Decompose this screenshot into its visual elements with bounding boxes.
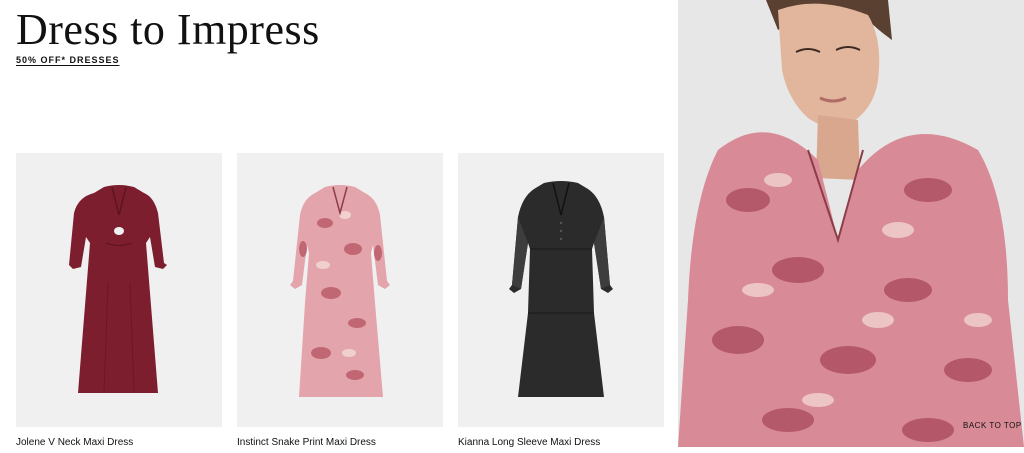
promo-dresses-link[interactable]: 50% OFF* DRESSES (16, 55, 120, 65)
dress-snake-print-image[interactable] (237, 153, 443, 427)
product-name[interactable]: Jolene V Neck Maxi Dress (16, 437, 222, 448)
product-card[interactable]: Instinct Snake Print Maxi Dress (237, 153, 443, 448)
dress-black-image[interactable] (458, 153, 664, 427)
page-title: Dress to Impress (16, 5, 320, 54)
back-to-top-link[interactable]: BACK TO TOP (963, 421, 1022, 430)
product-card[interactable]: Jolene V Neck Maxi Dress (16, 153, 222, 448)
model-photo[interactable] (678, 0, 1024, 447)
product-card[interactable]: Kianna Long Sleeve Maxi Dress (458, 153, 664, 448)
product-name[interactable]: Kianna Long Sleeve Maxi Dress (458, 437, 664, 448)
product-name[interactable]: Instinct Snake Print Maxi Dress (237, 437, 443, 448)
dress-burgundy-image[interactable] (16, 153, 222, 427)
